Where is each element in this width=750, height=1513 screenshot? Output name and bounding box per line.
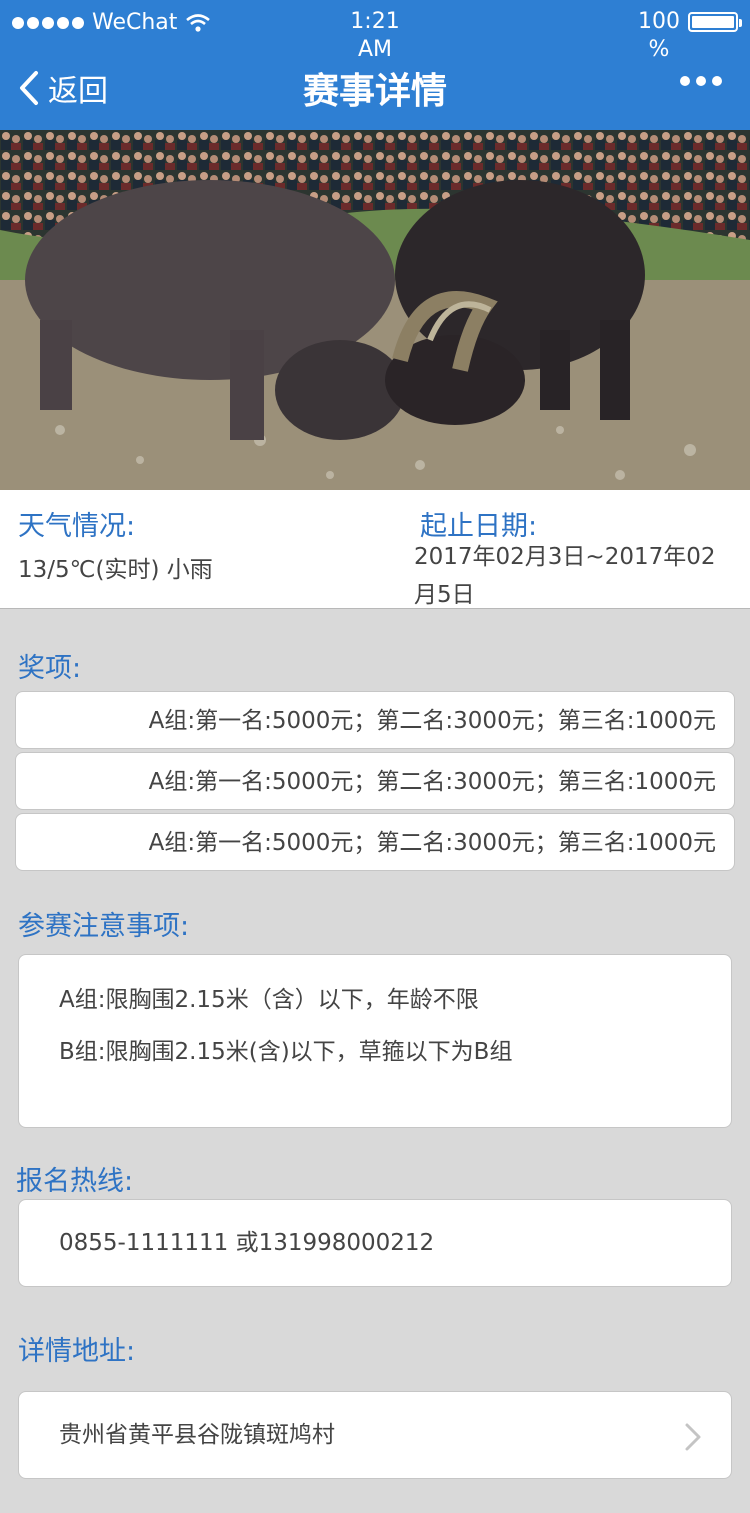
prize-item: A组:第一名:5000元；第二名:3000元；第三名:1000元	[15, 813, 735, 871]
notes-label: 参赛注意事项:	[18, 911, 190, 942]
hotline-label: 报名热线:	[16, 1166, 134, 1197]
hero-image	[0, 130, 750, 490]
notes-line: A组:限胸围2.15米（含）以下，年龄不限	[59, 987, 479, 1013]
address-label: 详情地址:	[18, 1336, 136, 1367]
hotline-card[interactable]: 0855-1111111 或131998000212	[18, 1199, 732, 1287]
status-right: 100 %	[638, 8, 742, 64]
bullfight-photo-icon	[0, 130, 750, 490]
hotline-value[interactable]: 0855-1111111 或131998000212	[59, 1230, 434, 1256]
weather-label: 天气情况:	[18, 511, 136, 542]
more-button[interactable]	[680, 76, 722, 86]
prizes-label: 奖项:	[18, 653, 82, 684]
prize-item: A组:第一名:5000元；第二名:3000元；第三名:1000元	[15, 691, 735, 749]
address-row[interactable]: 贵州省黄平县谷陇镇斑鸠村	[18, 1391, 732, 1479]
notes-card: A组:限胸围2.15米（含）以下，年龄不限 B组:限胸围2.15米(含)以下，草…	[18, 954, 732, 1128]
date-value: 2017年02月3日~2017年02月5日	[414, 544, 716, 608]
more-dots-icon	[680, 76, 690, 86]
header-bar: WeChat 1:21 AM 100 % 返回 赛事详情	[0, 0, 750, 130]
notes-line: B组:限胸围2.15米(含)以下，草箍以下为B组	[59, 1039, 513, 1065]
event-info-panel: 天气情况: 13/5℃(实时) 小雨 起止日期: 2017年02月3日~2017…	[0, 490, 750, 609]
chevron-right-icon	[685, 1423, 701, 1451]
prize-item: A组:第一名:5000元；第二名:3000元；第三名:1000元	[15, 752, 735, 810]
address-value: 贵州省黄平县谷陇镇斑鸠村	[59, 1422, 335, 1448]
page-title: 赛事详情	[302, 71, 447, 112]
battery-percent: 100 %	[638, 9, 680, 62]
battery-icon	[688, 12, 742, 32]
weather-value: 13/5℃(实时) 小雨	[18, 557, 213, 583]
